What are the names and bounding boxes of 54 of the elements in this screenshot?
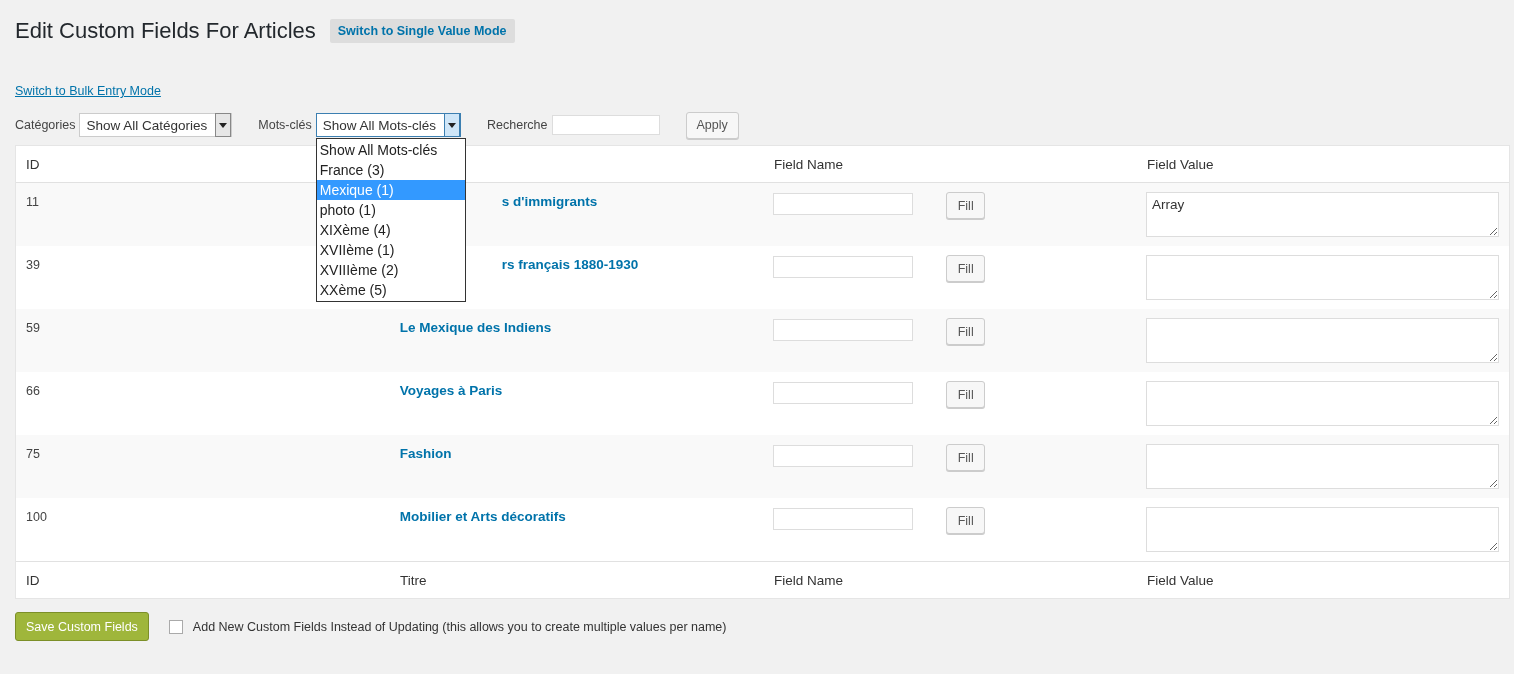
dropdown-option[interactable]: France (3) (316, 160, 465, 180)
field-name-input[interactable] (773, 445, 914, 467)
filter-label: Catégories (15, 118, 76, 132)
search-field[interactable] (551, 115, 660, 135)
field-name-input[interactable] (773, 193, 914, 215)
field-value-textarea[interactable] (1146, 255, 1499, 300)
dropdown-option[interactable]: XVIIIème (2) (316, 260, 465, 280)
mode-button[interactable]: Switch to Single Value Mode (329, 19, 515, 43)
fill-button[interactable]: Fill (946, 507, 986, 534)
tag-select[interactable]: Show All Mots-clés (315, 113, 462, 137)
table-cell: 75 (26, 447, 40, 461)
article-title-link[interactable]: Mobilier et Arts décoratifs (399, 507, 566, 524)
article-title-link[interactable]: Fashion (399, 444, 452, 461)
field-name-input[interactable] (773, 382, 914, 404)
filter-label: Mots-clés (258, 118, 312, 132)
field-value-textarea[interactable] (1146, 318, 1499, 363)
column-header: ID (26, 156, 40, 172)
column-header: Field Name (774, 572, 844, 588)
page-title: Edit Custom Fields For Articles (15, 18, 316, 44)
filter-label: Recherche (487, 118, 548, 132)
dropdown-option[interactable]: XVIIème (1) (316, 240, 465, 260)
table-cell: 39 (26, 258, 40, 272)
column-header: ID (26, 572, 40, 588)
fill-button[interactable]: Fill (946, 318, 986, 345)
fill-button[interactable]: Fill (946, 444, 986, 471)
field-value-textarea[interactable] (1146, 507, 1499, 552)
column-header: Field Value (1147, 156, 1214, 172)
fill-button[interactable]: Fill (946, 381, 986, 408)
table-cell: 100 (26, 510, 47, 524)
article-title-link[interactable]: Le Mexique des Indiens (399, 318, 552, 335)
column-header: Field Name (774, 156, 844, 172)
table-cell: 66 (26, 384, 40, 398)
bulk-mode-link[interactable]: Switch to Bulk Entry Mode (15, 84, 161, 98)
field-name-input[interactable] (773, 256, 914, 278)
field-name-input[interactable] (773, 319, 914, 341)
table-cell: 59 (26, 321, 40, 335)
column-header: Field Value (1147, 572, 1214, 588)
dropdown-option[interactable]: photo (1) (316, 200, 465, 220)
column-header: Titre (400, 572, 427, 588)
field-value-textarea[interactable]: Array (1146, 192, 1499, 237)
dropdown-option[interactable]: XXème (5) (316, 280, 465, 300)
dropdown-option[interactable]: Show All Mots-clés (316, 140, 465, 160)
table-cell: 11 (26, 195, 39, 209)
dropdown-option[interactable]: XIXème (4) (316, 220, 465, 240)
field-name-input[interactable] (773, 508, 914, 530)
checkbox-label: Add New Custom Fields Instead of Updating (this allows you to create multiple values per name) (192, 619, 727, 634)
article-title-link[interactable]: Voyages à Paris (399, 381, 503, 398)
checkbox[interactable] (168, 619, 183, 634)
apply-button[interactable]: Apply (685, 111, 739, 139)
fill-button[interactable]: Fill (946, 192, 986, 219)
field-value-textarea[interactable] (1146, 381, 1499, 426)
category-select[interactable]: Show All Catégories (79, 113, 233, 137)
fill-button[interactable]: Fill (946, 255, 986, 282)
field-value-textarea[interactable] (1146, 444, 1499, 489)
